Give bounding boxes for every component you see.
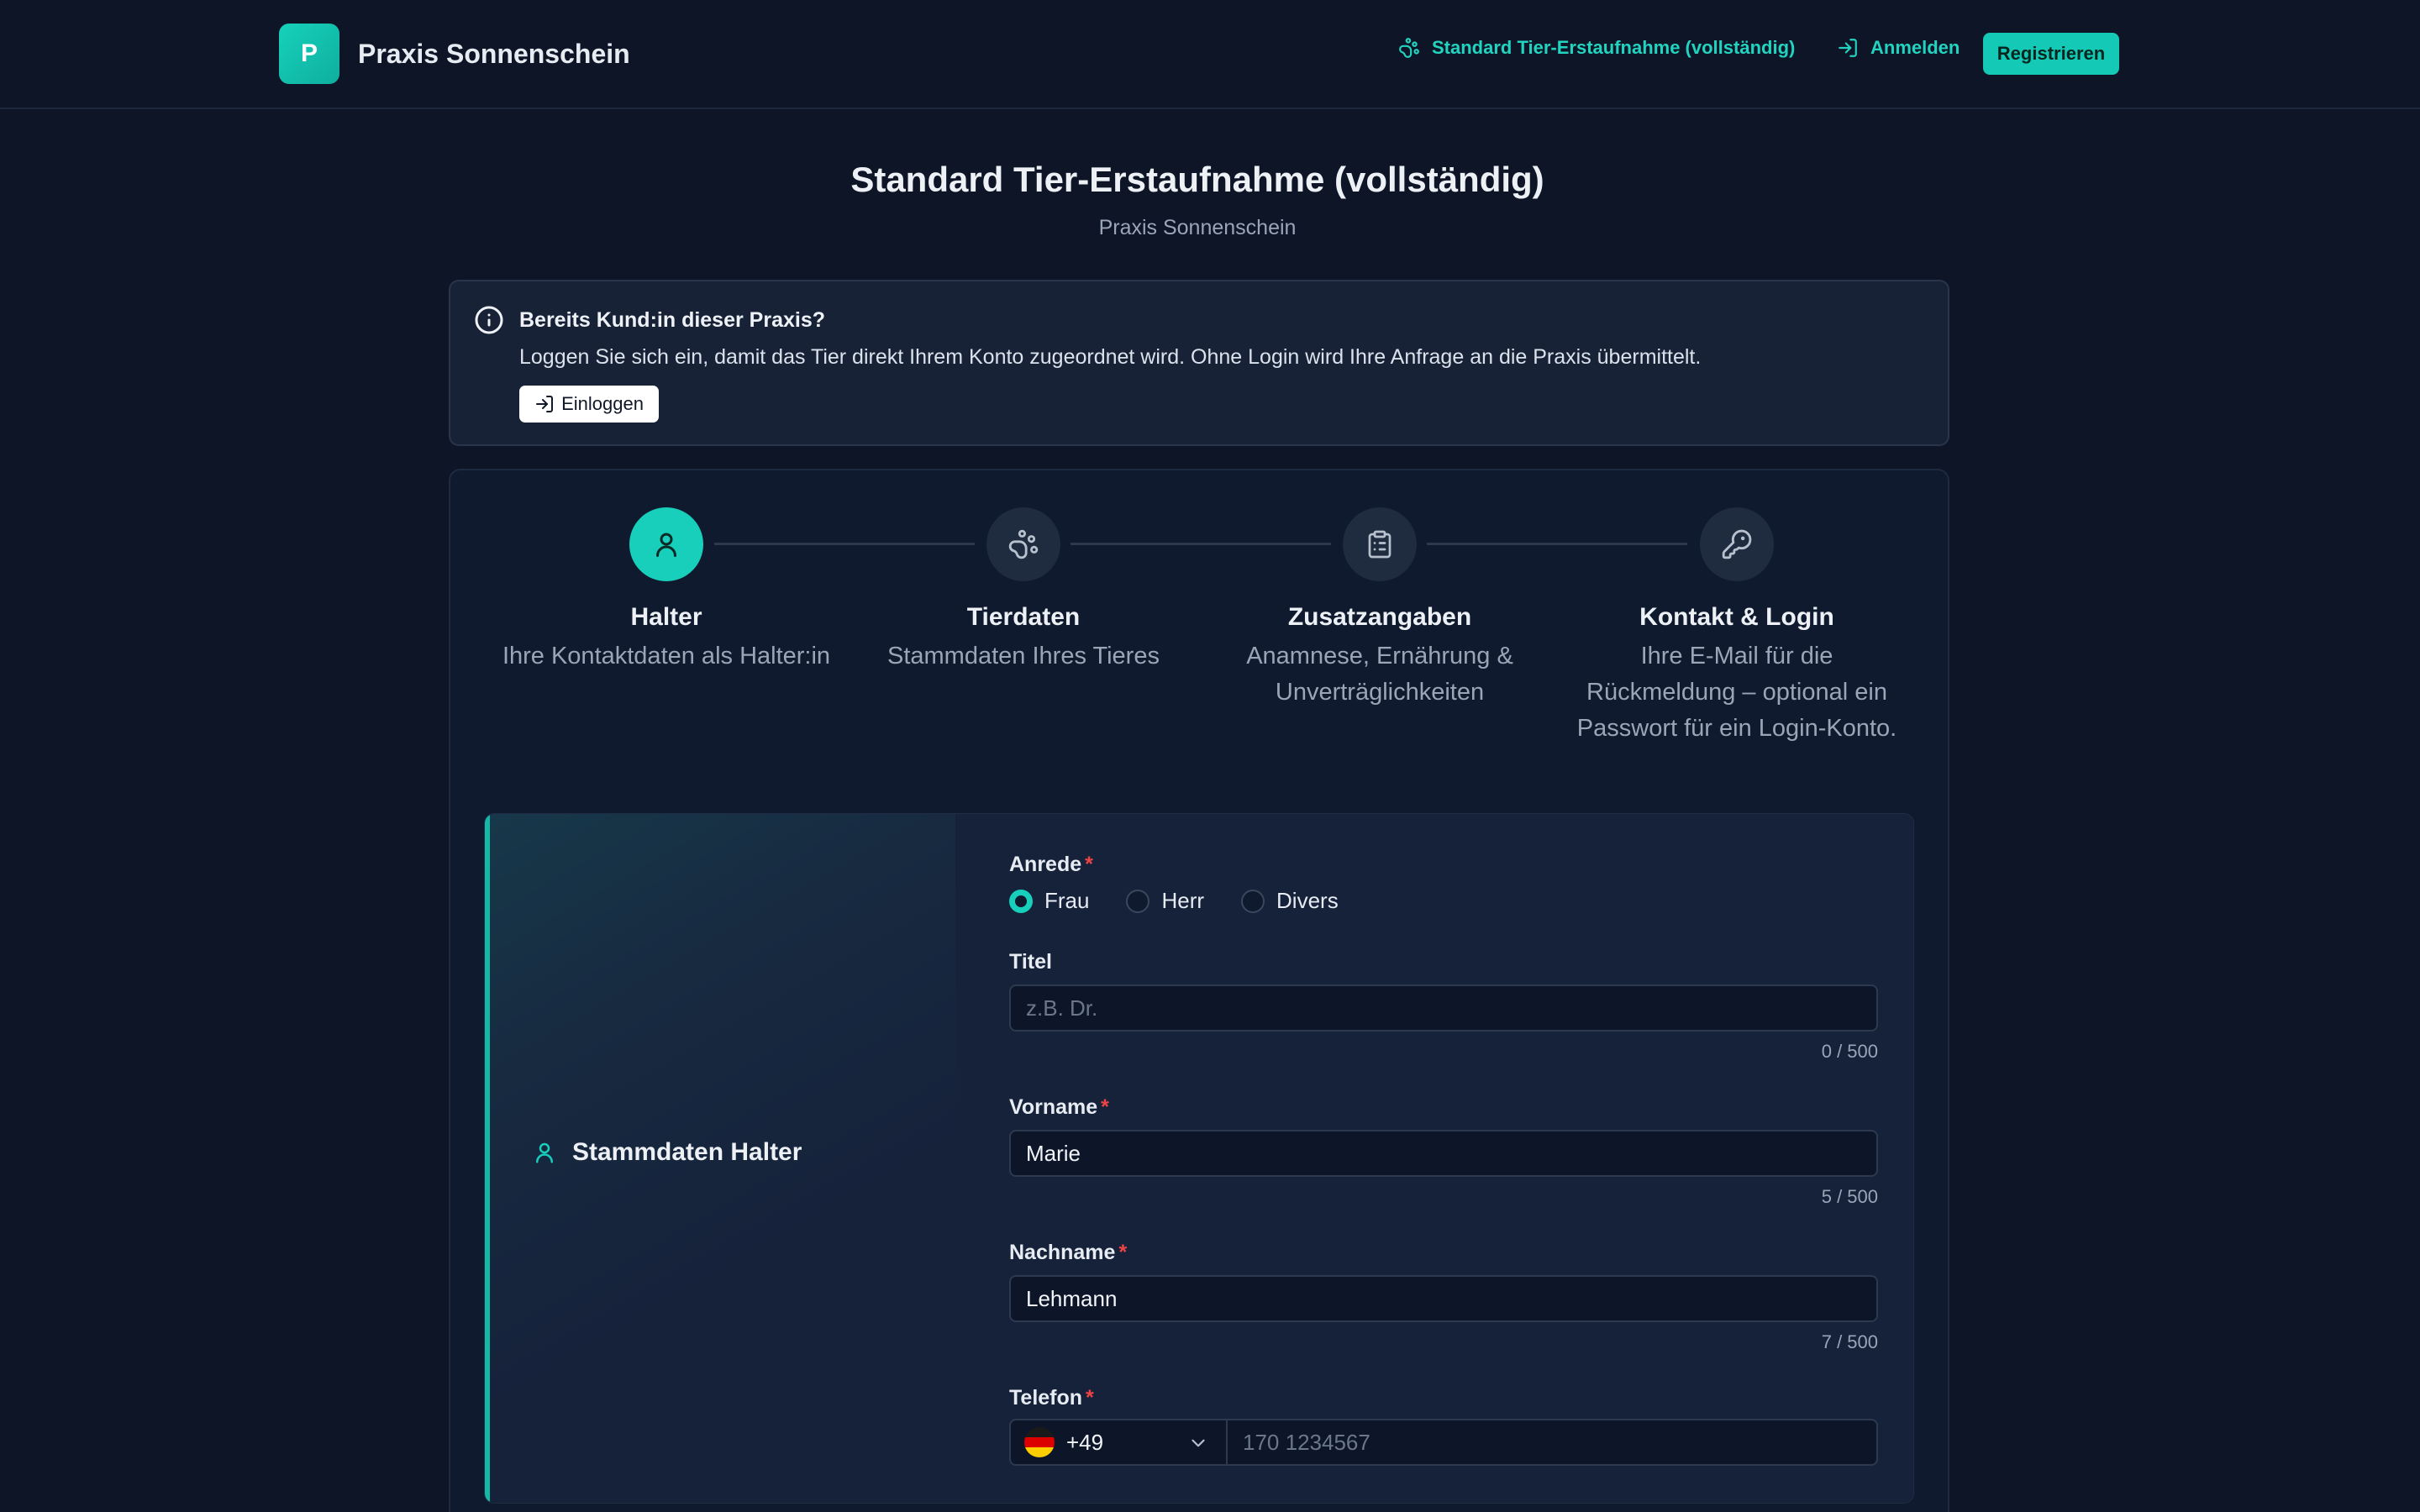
salutation-label: Anrede * <box>1009 853 1093 877</box>
salutation-label-text: Anrede <box>1009 853 1082 876</box>
step-zusatzangaben[interactable]: Zusatzangaben Anamnese, Ernährung & Unve… <box>1199 507 1560 711</box>
step-title: Kontakt & Login <box>1639 603 1834 631</box>
nav-login-link[interactable]: Anmelden <box>1837 37 1960 59</box>
brand-name: Praxis Sonnenschein <box>358 38 630 69</box>
firstname-char-counter: 5 / 500 <box>1821 1186 1878 1207</box>
required-marker: * <box>1118 1241 1128 1264</box>
radio-herr[interactable]: Herr <box>1126 888 1204 914</box>
lastname-label: Nachname * <box>1009 1241 1127 1265</box>
lastname-input[interactable]: Lehmann <box>1009 1275 1878 1322</box>
step-circle <box>986 507 1060 581</box>
log-in-icon <box>536 396 554 412</box>
title-label: Titel <box>1009 950 1052 974</box>
key-icon <box>1722 529 1752 559</box>
log-in-icon <box>1839 39 1857 57</box>
section-heading: Stammdaten Halter <box>532 1138 802 1167</box>
phone-label-text: Telefon <box>1009 1386 1083 1410</box>
owner-section: Stammdaten Halter Anrede * Frau Herr Dive… <box>484 813 1914 1504</box>
step-title: Halter <box>630 603 702 631</box>
paw-icon <box>1399 38 1419 58</box>
clipboard-icon <box>1368 530 1392 559</box>
user-icon <box>536 1142 553 1163</box>
section-title: Stammdaten Halter <box>572 1138 802 1166</box>
radio-divers[interactable]: Divers <box>1241 888 1339 914</box>
step-circle <box>1700 507 1774 581</box>
step-halter[interactable]: Halter Ihre Kontaktdaten als Halter:in <box>486 507 847 675</box>
salutation-radio-group: Frau Herr Divers <box>1009 888 1376 914</box>
lastname-char-counter: 7 / 500 <box>1821 1331 1878 1352</box>
radio-label: Herr <box>1161 888 1205 913</box>
step-description: Stammdaten Ihres Tieres <box>887 643 1160 669</box>
register-button[interactable]: Registrieren <box>1983 33 2119 75</box>
title-label-text: Titel <box>1009 950 1052 974</box>
radio-indicator[interactable] <box>1241 889 1265 913</box>
user-icon <box>656 533 676 557</box>
chevron-down-icon <box>1192 1439 1205 1447</box>
existing-customer-notice: Bereits Kund:in dieser Praxis? Loggen Si… <box>449 280 1949 446</box>
page-subtitle: Praxis Sonnenschein <box>1098 216 1297 239</box>
step-circle <box>629 507 703 581</box>
phone-label: Telefon * <box>1009 1386 1094 1410</box>
radio-indicator[interactable] <box>1126 889 1150 913</box>
step-description: Ihre Kontaktdaten als Halter:in <box>502 643 831 669</box>
step-title: Tierdaten <box>966 603 1081 631</box>
title-input[interactable]: z.B. Dr. <box>1009 984 1878 1032</box>
nav-login-label: Anmelden <box>1870 37 1960 58</box>
radio-label: Frau <box>1044 888 1090 913</box>
info-icon <box>475 306 503 334</box>
paw-icon <box>1008 529 1039 559</box>
login-button[interactable]: Einloggen <box>519 386 659 423</box>
top-navigation-bar: P Praxis Sonnenschein Standard Tier-Erst… <box>0 0 2420 109</box>
login-button-label: Einloggen <box>561 393 644 414</box>
brand[interactable]: P Praxis Sonnenschein <box>279 24 630 84</box>
title-char-counter: 0 / 500 <box>1821 1041 1878 1062</box>
lastname-label-text: Nachname <box>1009 1241 1116 1264</box>
firstname-label: Vorname * <box>1009 1095 1109 1120</box>
step-title: Zusatzangaben <box>1287 603 1472 631</box>
country-code-select[interactable]: +49 <box>1011 1420 1228 1464</box>
required-marker: * <box>1086 1386 1094 1410</box>
notice-text: Loggen Sie sich ein, damit das Tier dire… <box>519 345 1702 369</box>
radio-label: Divers <box>1276 888 1339 913</box>
phone-field: +49 170 1234567 <box>1009 1419 1878 1466</box>
step-circle <box>1343 507 1417 581</box>
section-sidebar: Stammdaten Halter <box>485 814 955 1503</box>
required-marker: * <box>1101 1095 1109 1119</box>
page-title: Standard Tier-Erstaufnahme (vollständig) <box>850 160 1544 199</box>
germany-flag-icon <box>1024 1427 1055 1457</box>
step-description: Ihre E-Mail für die Rückmeldung – option… <box>1576 643 1897 742</box>
brand-logo: P <box>279 24 339 84</box>
notice-title: Bereits Kund:in dieser Praxis? <box>519 308 826 332</box>
radio-indicator-checked[interactable] <box>1009 889 1033 913</box>
required-marker: * <box>1085 853 1093 876</box>
nav-form-link-label: Standard Tier-Erstaufnahme (vollständig) <box>1432 37 1796 58</box>
phone-number-input[interactable]: 170 1234567 <box>1243 1420 1370 1464</box>
step-tierdaten[interactable]: Tierdaten Stammdaten Ihres Tieres <box>843 507 1204 675</box>
firstname-input[interactable]: Marie <box>1009 1130 1878 1177</box>
nav-form-link[interactable]: Standard Tier-Erstaufnahme (vollständig) <box>1398 37 1795 59</box>
step-kontakt-login[interactable]: Kontakt & Login Ihre E-Mail für die Rück… <box>1556 507 1918 747</box>
radio-frau[interactable]: Frau <box>1009 888 1089 914</box>
step-description: Anamnese, Ernährung & Unverträglichkeite… <box>1246 643 1513 706</box>
firstname-label-text: Vorname <box>1009 1095 1098 1119</box>
country-code: +49 <box>1066 1429 1104 1455</box>
